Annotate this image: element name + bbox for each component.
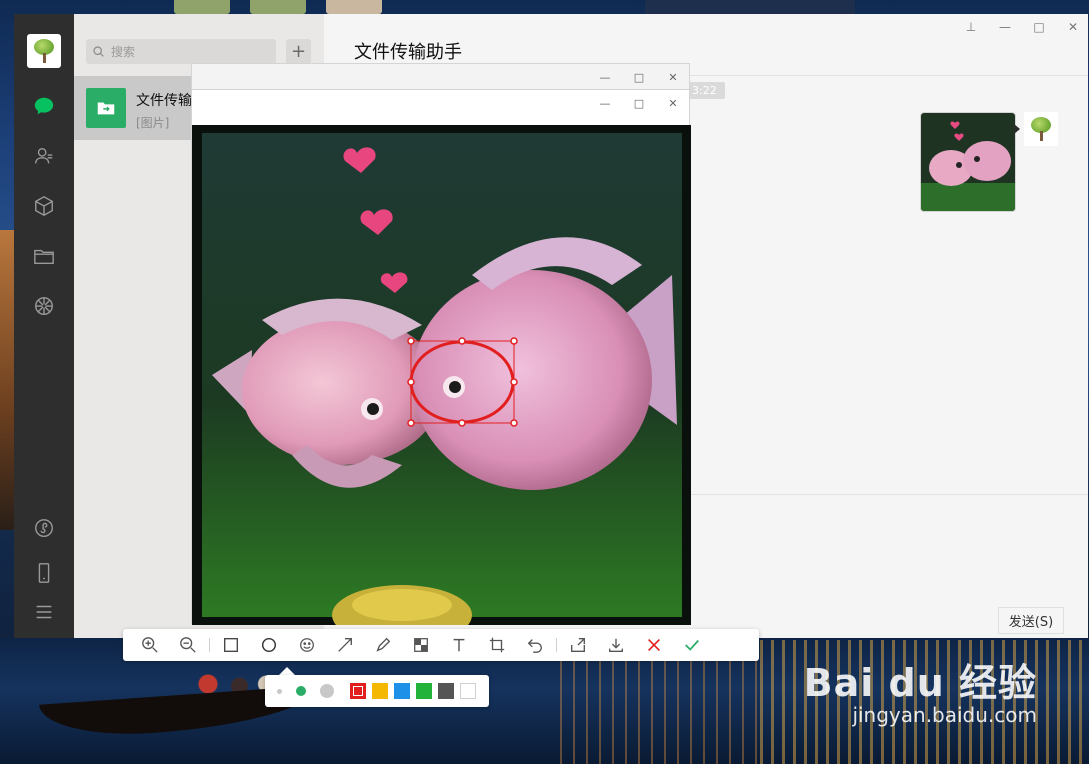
wallpaper-lights <box>560 650 760 764</box>
kissing-fish-photo <box>192 125 691 625</box>
desktop-thumbnail <box>250 0 306 14</box>
confirm-button[interactable] <box>673 629 711 661</box>
emoji-icon <box>300 638 314 652</box>
sender-avatar[interactable] <box>1024 112 1058 146</box>
message-bubble-tail <box>1014 124 1020 134</box>
cancel-button[interactable] <box>635 629 673 661</box>
minimize-button[interactable]: — <box>599 97 611 110</box>
maximize-button[interactable]: □ <box>633 71 645 84</box>
mosaic-icon <box>414 638 428 652</box>
viewer-back-controls: — □ ✕ <box>599 71 679 84</box>
moments-icon[interactable] <box>32 294 56 318</box>
cancel-icon <box>648 639 660 651</box>
size-small-dot[interactable] <box>277 688 282 694</box>
download-button[interactable] <box>597 629 635 661</box>
ellipse-icon <box>261 637 277 653</box>
fish-thumbnail <box>921 113 1015 211</box>
crop-tool-button[interactable] <box>478 629 516 661</box>
sidebar <box>14 14 74 638</box>
color-swatch-green[interactable] <box>416 683 432 699</box>
page-title: 文件传输助手 <box>354 42 462 63</box>
text-icon <box>453 638 465 652</box>
files-icon[interactable] <box>32 244 56 268</box>
color-swatch-yellow[interactable] <box>372 683 388 699</box>
confirm-icon <box>685 639 699 651</box>
palette-caret <box>279 667 295 675</box>
maximize-button[interactable]: □ <box>633 97 645 110</box>
color-swatch-white[interactable] <box>460 683 476 699</box>
image-editor-window: — □ ✕ <box>191 89 691 625</box>
phone-icon[interactable] <box>32 561 56 585</box>
toolbar-divider <box>556 638 557 652</box>
color-palette <box>265 675 489 707</box>
toolbar-divider <box>209 638 210 652</box>
wallpaper-buildings <box>0 230 14 530</box>
menu-icon[interactable] <box>32 600 56 624</box>
contacts-icon[interactable] <box>32 144 56 168</box>
pin-icon[interactable]: ⊥ <box>962 20 980 34</box>
sent-image-message[interactable] <box>920 112 1016 212</box>
chat-icon[interactable] <box>32 94 56 118</box>
watermark-logo: Bai du 经验 <box>803 661 1037 705</box>
desktop-thumbnail <box>326 0 382 14</box>
search-placeholder: 搜索 <box>111 45 136 59</box>
undo-button[interactable] <box>516 629 554 661</box>
close-button[interactable]: ✕ <box>1064 20 1082 34</box>
zoom-in-icon <box>142 637 158 653</box>
arrow-icon <box>338 638 352 652</box>
rectangle-icon <box>224 638 238 652</box>
download-icon <box>609 638 623 652</box>
favorites-icon[interactable] <box>32 194 56 218</box>
zoom-in-button[interactable] <box>131 629 169 661</box>
undo-icon <box>527 639 542 653</box>
file-transfer-icon <box>86 88 126 128</box>
selected-swatch-fill <box>354 687 362 695</box>
tree-avatar-icon <box>33 39 55 63</box>
pen-icon <box>376 637 391 652</box>
close-button[interactable]: ✕ <box>667 97 679 110</box>
chat-preview: [图片] <box>136 116 170 130</box>
color-swatch-blue[interactable] <box>394 683 410 699</box>
edit-toolbar <box>123 629 759 661</box>
share-button[interactable] <box>559 629 597 661</box>
background-window-strip <box>645 0 855 14</box>
window-controls: ⊥ — □ ✕ <box>962 20 1082 34</box>
size-large-dot[interactable] <box>320 684 334 698</box>
search-input[interactable]: 搜索 <box>86 39 276 64</box>
share-icon <box>571 638 585 652</box>
rectangle-tool-button[interactable] <box>212 629 250 661</box>
mosaic-tool-button[interactable] <box>402 629 440 661</box>
chat-name: 文件传输 <box>136 93 192 109</box>
zoom-out-button[interactable] <box>169 629 207 661</box>
color-swatch-gray[interactable] <box>438 683 454 699</box>
pen-tool-button[interactable] <box>364 629 402 661</box>
add-chat-button[interactable]: + <box>286 39 311 64</box>
color-swatch-red[interactable] <box>350 683 366 699</box>
minimize-button[interactable]: — <box>996 20 1014 34</box>
desktop-thumbnail <box>174 0 230 14</box>
crop-icon <box>489 637 505 653</box>
ellipse-tool-button[interactable] <box>250 629 288 661</box>
close-button[interactable]: ✕ <box>667 71 679 84</box>
baidu-watermark: Bai du 经验 jingyan.baidu.com <box>804 652 1037 727</box>
zoom-out-icon <box>180 637 196 653</box>
emoji-tool-button[interactable] <box>288 629 326 661</box>
edited-photo[interactable] <box>192 125 691 625</box>
arrow-tool-button[interactable] <box>326 629 364 661</box>
tree-avatar-icon <box>1030 117 1052 141</box>
user-avatar[interactable] <box>27 34 61 68</box>
viewer-controls: — □ ✕ <box>599 97 679 110</box>
size-medium-dot[interactable] <box>296 686 306 696</box>
message-timestamp: 3:22 <box>684 82 725 99</box>
minimize-button[interactable]: — <box>599 71 611 84</box>
send-button[interactable]: 发送(S) <box>998 607 1064 634</box>
mini-program-icon[interactable] <box>32 516 56 540</box>
text-tool-button[interactable] <box>440 629 478 661</box>
maximize-button[interactable]: □ <box>1030 20 1048 34</box>
search-icon <box>93 46 104 57</box>
